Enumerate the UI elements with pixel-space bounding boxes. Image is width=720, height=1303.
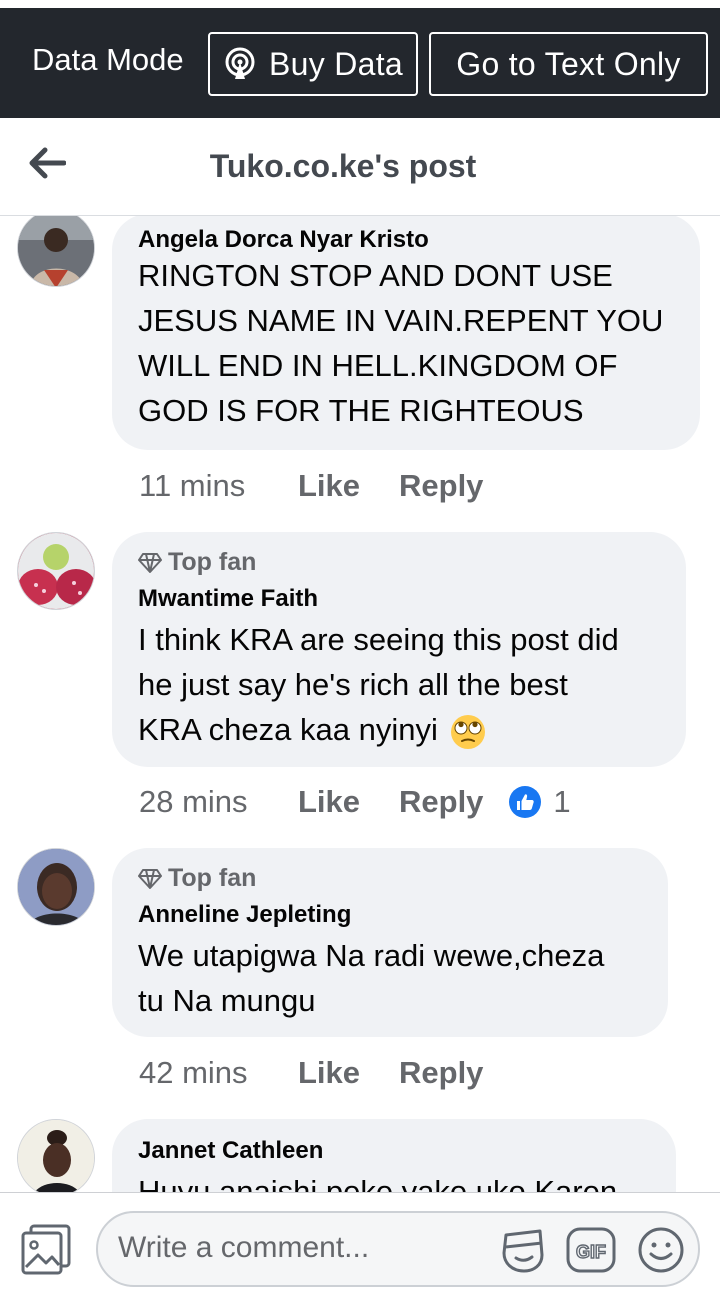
avatar-photo-icon — [18, 533, 94, 609]
comment-text-line: I think KRA are seeing this post did — [138, 622, 619, 657]
data-mode-bar: Data Mode Buy Data Go to Text Only — [0, 0, 720, 118]
buy-data-label: Buy Data — [268, 45, 404, 82]
top-fan-badge: Top fan — [138, 864, 256, 893]
post-header: Tuko.co.ke's post — [0, 118, 720, 216]
comment-text: I think KRA are seeing this post did he … — [138, 617, 619, 752]
comment-bubble: Angela Dorca Nyar Kristo RINGTON STOP AN… — [112, 216, 700, 450]
comment-bubble: Top fan Anneline Jepleting We utapigwa N… — [112, 848, 668, 1037]
comment-text-line: WILL END IN HELL.KINGDOM OF — [138, 348, 618, 383]
avatar-photo-icon — [18, 849, 94, 925]
svg-text:GIF: GIF — [576, 1242, 606, 1262]
comment-author[interactable]: Jannet Cathleen — [138, 1137, 323, 1165]
comment-text: Huyu anaishi peke yake uko Karen — [138, 1169, 617, 1192]
diamond-icon — [138, 868, 162, 889]
comment-author[interactable]: Mwantime Faith — [138, 585, 318, 613]
comment-actions: 42 mins Like Reply — [139, 1053, 483, 1093]
like-reaction-icon — [509, 786, 542, 818]
buy-data-button[interactable]: Buy Data — [208, 32, 418, 96]
comment-author[interactable]: Anneline Jepleting — [138, 901, 351, 929]
reply-button[interactable]: Reply — [399, 1055, 483, 1091]
reaction-count: 1 — [553, 784, 571, 819]
broadcast-icon — [225, 47, 255, 79]
comment-text-line: GOD IS FOR THE RIGHTEOUS — [138, 393, 584, 428]
comment-text-line: JESUS NAME IN VAIN.REPENT YOU — [138, 303, 664, 338]
comment-author[interactable]: Angela Dorca Nyar Kristo — [138, 226, 429, 254]
comment-text-line: RINGTON STOP AND DONT USE — [138, 258, 613, 293]
comments-list[interactable]: Angela Dorca Nyar Kristo RINGTON STOP AN… — [0, 216, 720, 1192]
comment-text-line: he just say he's rich all the best — [138, 667, 568, 702]
avatar[interactable] — [17, 1119, 95, 1192]
gif-icon[interactable]: GIF — [566, 1225, 616, 1275]
comment-text-line: tu Na mungu — [138, 983, 316, 1018]
comment-text-line: KRA cheza kaa nyinyi — [138, 712, 438, 747]
comment-time[interactable]: 28 mins — [139, 784, 298, 820]
avatar-photo-icon — [18, 216, 94, 286]
comment-actions: 11 mins Like Reply — [139, 466, 483, 506]
reply-button[interactable]: Reply — [399, 468, 483, 504]
comment-box[interactable]: GIF — [96, 1211, 700, 1287]
emoji-icon[interactable] — [636, 1225, 686, 1275]
photo-icon[interactable] — [20, 1223, 72, 1275]
comment-bubble: Jannet Cathleen Huyu anaishi peke yake u… — [112, 1119, 676, 1192]
data-mode-bar-background: Data Mode Buy Data Go to Text Only — [0, 8, 720, 118]
comment-composer: GIF — [0, 1192, 720, 1303]
sticker-icon[interactable] — [498, 1225, 548, 1275]
comment-text-line-with-emoji: KRA cheza kaa nyinyi — [138, 707, 619, 752]
comment-input[interactable] — [118, 1231, 478, 1265]
avatar[interactable] — [17, 848, 95, 926]
avatar[interactable] — [17, 532, 95, 610]
top-fan-label: Top fan — [168, 548, 257, 576]
avatar[interactable] — [17, 216, 95, 287]
reaction-summary[interactable]: 1 — [509, 784, 571, 820]
top-fan-label: Top fan — [168, 864, 257, 892]
text-only-label: Go to Text Only — [456, 45, 681, 82]
avatar-photo-icon — [18, 1120, 94, 1192]
comment-bubble: Top fan Mwantime Faith I think KRA are s… — [112, 532, 686, 767]
page-title: Tuko.co.ke's post — [209, 148, 477, 184]
like-button[interactable]: Like — [298, 468, 399, 504]
like-button[interactable]: Like — [298, 784, 399, 820]
comment-text-line: Huyu anaishi peke yake uko Karen — [138, 1174, 618, 1192]
comment-text: We utapigwa Na radi wewe,cheza tu Na mun… — [138, 933, 604, 1023]
comment-time[interactable]: 42 mins — [139, 1055, 298, 1091]
diamond-icon — [138, 552, 162, 573]
data-mode-label: Data Mode — [32, 42, 184, 77]
text-only-button[interactable]: Go to Text Only — [429, 32, 708, 96]
top-fan-badge: Top fan — [138, 548, 256, 577]
comment-text-line: We utapigwa Na radi wewe,cheza — [138, 938, 605, 973]
reply-button[interactable]: Reply — [399, 784, 483, 820]
comment-text: RINGTON STOP AND DONT USE JESUS NAME IN … — [138, 253, 663, 433]
like-button[interactable]: Like — [298, 1055, 399, 1091]
comment-actions: 28 mins Like Reply 1 — [139, 782, 571, 822]
eye-roll-emoji-icon — [451, 714, 486, 749]
comment-time[interactable]: 11 mins — [139, 468, 298, 504]
